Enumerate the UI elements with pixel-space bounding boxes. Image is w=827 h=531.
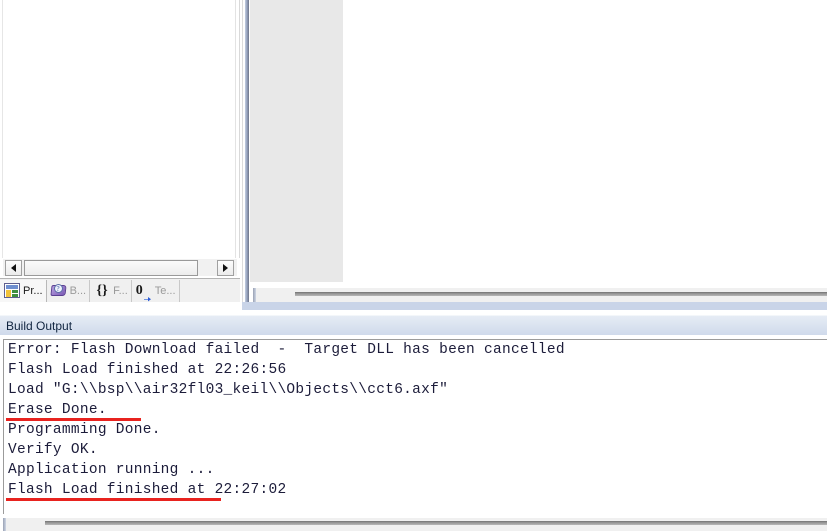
functions-braces-icon: {} [96, 283, 108, 298]
log-line: Erase Done. [8, 402, 107, 418]
editor-horizontal-scrollbar[interactable] [253, 288, 827, 302]
templates-zero-arrow-icon: 0 [136, 283, 152, 302]
project-tree-view[interactable] [0, 0, 240, 258]
log-line: Flash Load finished at 22:26:56 [8, 362, 287, 378]
editor-scroll-track-edge [253, 288, 256, 302]
build-output-title: Build Output [6, 318, 73, 333]
annotation-underline-erase-done [6, 418, 141, 421]
project-tree-horizontal-scrollbar[interactable] [3, 258, 237, 276]
project-icon [4, 283, 20, 298]
build-scroll-track-edge [3, 518, 6, 531]
log-line: Programming Done. [8, 422, 161, 438]
build-output-panel: Build Output Error: Flash Download faile… [0, 310, 827, 531]
editor-document-region[interactable] [250, 0, 343, 282]
build-output-title-bar[interactable]: Build Output [0, 315, 827, 335]
build-output-body: Error: Flash Download failed - Target DL… [0, 335, 827, 531]
build-output-horizontal-scrollbar[interactable] [3, 518, 827, 531]
editor-empty-region [343, 0, 827, 282]
editor-scroll-divider [295, 292, 827, 296]
editor-bottom-edge [250, 302, 827, 310]
scroll-left-button[interactable] [5, 260, 22, 276]
tab-templates-label: Te... [154, 284, 176, 297]
annotation-underline-application-running [6, 498, 221, 501]
editor-area [250, 0, 827, 310]
tab-books[interactable]: ? B... [47, 279, 91, 302]
tab-project-label: Pr... [23, 284, 43, 297]
log-line: Error: Flash Download failed - Target DL… [8, 342, 565, 358]
arrow-right-icon [223, 264, 228, 272]
log-line: Load "G:\\bsp\\air32fl03_keil\\Objects\\… [8, 382, 449, 398]
vertical-splitter[interactable] [240, 0, 250, 310]
tab-books-label: B... [69, 284, 87, 297]
log-line: Application running ... [8, 462, 215, 478]
arrow-left-icon [11, 264, 16, 272]
splitter-grip[interactable] [245, 0, 249, 302]
keil-uvision-window: Pr... ? B... {} F... 0 Te... Build Outpu… [0, 0, 827, 531]
project-tree-content [2, 0, 236, 258]
scrollbar-thumb[interactable] [24, 260, 198, 276]
tab-functions[interactable]: {} F... [90, 279, 132, 302]
books-icon: ? [49, 283, 67, 298]
build-scroll-divider [45, 521, 827, 525]
tab-templates[interactable]: 0 Te... [132, 279, 180, 302]
log-line: Verify OK. [8, 442, 98, 458]
top-panes-area: Pr... ? B... {} F... 0 Te... [0, 0, 827, 310]
build-output-log[interactable]: Error: Flash Download failed - Target DL… [3, 339, 827, 514]
project-pane: Pr... ? B... {} F... 0 Te... [0, 0, 240, 310]
tab-project[interactable]: Pr... [0, 279, 47, 302]
project-pane-tabs: Pr... ? B... {} F... 0 Te... [0, 278, 240, 302]
log-line: Flash Load finished at 22:27:02 [8, 482, 287, 498]
scroll-right-button[interactable] [217, 260, 234, 276]
splitter-cap [242, 302, 250, 310]
tab-functions-label: F... [113, 284, 128, 297]
